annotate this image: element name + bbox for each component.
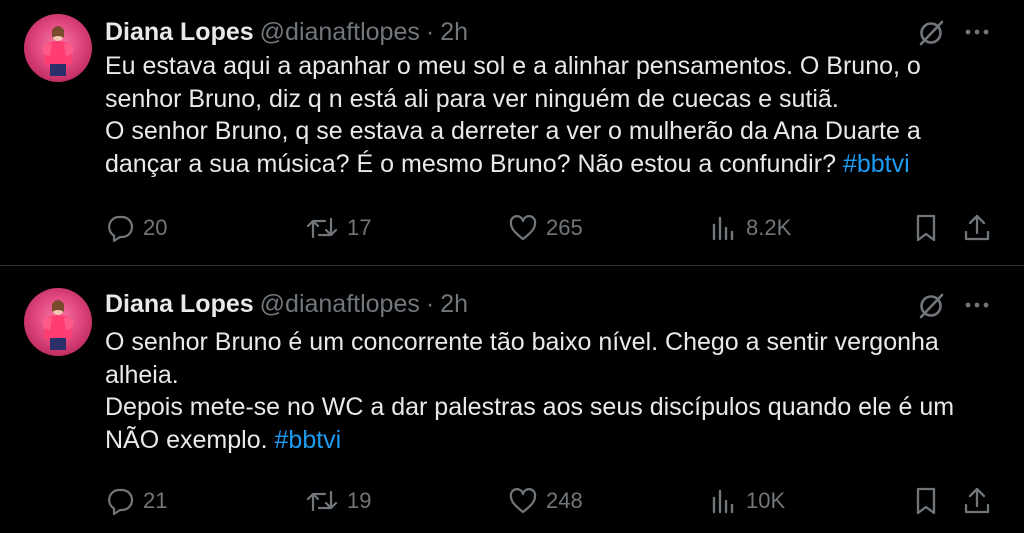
author-handle[interactable]: @dianaftlopes <box>260 290 420 319</box>
tweet-text: Eu estava aqui a apanhar o meu sol e a a… <box>105 50 1000 180</box>
share-upload-icon[interactable] <box>960 484 994 518</box>
hashtag-link[interactable]: #bbtvi <box>275 426 342 454</box>
like-count: 265 <box>546 215 583 240</box>
avatar[interactable] <box>24 288 92 356</box>
bar-chart-icon <box>712 489 734 514</box>
tweet-header: Diana Lopes @dianaftlopes · 2h <box>105 290 468 318</box>
heart-icon <box>509 488 537 514</box>
author-name[interactable]: Diana Lopes <box>105 290 254 319</box>
speech-bubble-icon <box>108 488 134 516</box>
tweet-line: O senhor Bruno é um concorrente tão baix… <box>105 328 939 389</box>
repost-button[interactable]: 19 <box>305 484 371 518</box>
more-dots-icon[interactable] <box>960 289 994 321</box>
share-upload-icon[interactable] <box>960 211 994 245</box>
repost-count: 19 <box>347 488 372 513</box>
hashtag-link[interactable]: #bbtvi <box>843 150 910 178</box>
slashed-circle-icon[interactable] <box>916 18 946 48</box>
tweet-line: Eu estava aqui a apanhar o meu sol e a a… <box>105 52 921 113</box>
tweet[interactable]: Diana Lopes @dianaftlopes · 2h Eu estava… <box>0 0 1024 266</box>
tweet-line-text: O senhor Bruno, q se estava a derreter a… <box>105 117 921 178</box>
tweet[interactable]: Diana Lopes @dianaftlopes · 2h O senhor … <box>0 274 1024 533</box>
bookmark-icon[interactable] <box>909 484 943 518</box>
author-handle[interactable]: @dianaftlopes <box>260 18 420 47</box>
repost-count: 17 <box>347 215 372 240</box>
repost-arrows-icon <box>306 217 338 239</box>
reply-button[interactable]: 21 <box>105 484 167 518</box>
more-dots-icon[interactable] <box>960 16 994 48</box>
views-button[interactable]: 10K <box>708 484 785 518</box>
avatar-figure-icon <box>42 26 74 76</box>
tweet-header: Diana Lopes @dianaftlopes · 2h <box>105 18 468 46</box>
speech-bubble-icon <box>108 215 134 243</box>
view-count: 10K <box>746 488 786 513</box>
bar-chart-icon <box>712 216 734 241</box>
header-separator: · <box>425 289 435 318</box>
views-button[interactable]: 8.2K <box>708 211 791 245</box>
repost-button[interactable]: 17 <box>305 211 371 245</box>
bookmark-icon[interactable] <box>909 211 943 245</box>
tweet-line: O senhor Bruno, q se estava a derreter a… <box>105 115 1000 180</box>
author-name[interactable]: Diana Lopes <box>105 18 254 47</box>
tweet-line-text: Depois mete-se no WC a dar palestras aos… <box>105 393 955 454</box>
header-separator: · <box>425 17 435 46</box>
tweet-time[interactable]: 2h <box>440 290 468 319</box>
view-count: 8.2K <box>746 215 792 240</box>
repost-arrows-icon <box>306 490 338 512</box>
heart-icon <box>509 215 537 241</box>
tweet-line: Depois mete-se no WC a dar palestras aos… <box>105 391 1000 456</box>
like-button[interactable]: 248 <box>508 484 583 518</box>
tweet-text: O senhor Bruno é um concorrente tão baix… <box>105 326 1000 456</box>
avatar[interactable] <box>24 14 92 82</box>
like-button[interactable]: 265 <box>508 211 583 245</box>
like-count: 248 <box>546 488 583 513</box>
reply-button[interactable]: 20 <box>105 211 167 245</box>
reply-count: 20 <box>143 215 168 240</box>
reply-count: 21 <box>143 488 168 513</box>
tweet-divider <box>0 265 1024 266</box>
avatar-figure-icon <box>42 300 74 350</box>
slashed-circle-icon[interactable] <box>916 291 946 321</box>
tweet-time[interactable]: 2h <box>440 18 468 47</box>
